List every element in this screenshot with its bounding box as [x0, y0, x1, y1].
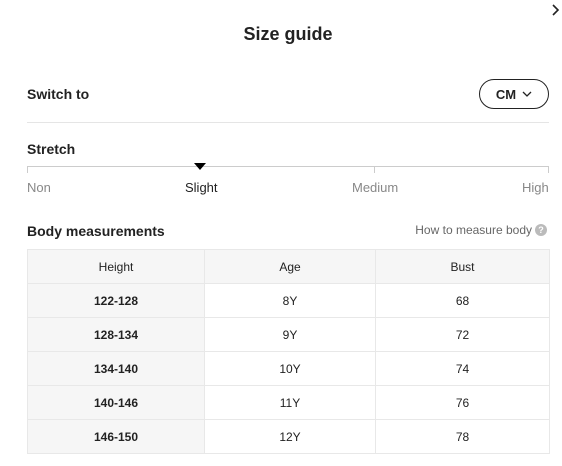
how-to-measure-label: How to measure body — [415, 223, 532, 237]
stretch-tick — [27, 166, 28, 173]
bust-cell: 76 — [375, 385, 550, 420]
stretch-level-slight: Slight — [185, 180, 218, 195]
how-to-measure-link[interactable]: How to measure body ? — [415, 223, 547, 237]
dialog-title: Size guide — [243, 24, 333, 44]
column-header-bust: Bust — [375, 249, 550, 284]
age-cell: 8Y — [204, 283, 376, 318]
stretch-title: Stretch — [27, 141, 76, 157]
height-cell: 122-128 — [27, 283, 205, 318]
switch-label: Switch to — [27, 86, 90, 102]
height-cell: 134-140 — [27, 351, 205, 386]
bust-cell: 68 — [375, 283, 550, 318]
column-header-age: Age — [204, 249, 376, 284]
size-table: Height Age Bust 122-128 8Y 68 128-134 9Y… — [27, 249, 550, 454]
table-row: 146-150 12Y 78 — [27, 419, 550, 454]
column-header-height: Height — [27, 249, 205, 284]
close-icon[interactable] — [550, 2, 560, 18]
table-row: 128-134 9Y 72 — [27, 317, 550, 352]
stretch-level-high: High — [522, 180, 549, 195]
stretch-level-non: Non — [27, 180, 51, 195]
stretch-selected-marker — [194, 163, 206, 170]
age-cell: 9Y — [204, 317, 376, 352]
unit-value: CM — [495, 86, 517, 102]
bust-cell: 74 — [375, 351, 550, 386]
stretch-tick — [548, 166, 549, 173]
help-icon: ? — [535, 224, 547, 236]
table-row: 134-140 10Y 74 — [27, 351, 550, 386]
divider — [27, 122, 549, 123]
bust-cell: 78 — [375, 419, 550, 454]
body-measurements-title: Body measurements — [27, 223, 165, 239]
bust-cell: 72 — [375, 317, 550, 352]
height-cell: 128-134 — [27, 317, 205, 352]
height-cell: 140-146 — [27, 385, 205, 420]
age-cell: 12Y — [204, 419, 376, 454]
unit-select-button[interactable]: CM — [479, 79, 549, 109]
stretch-level-medium: Medium — [352, 180, 399, 195]
age-cell: 11Y — [204, 385, 376, 420]
table-row: 140-146 11Y 76 — [27, 385, 550, 420]
height-cell: 146-150 — [27, 419, 205, 454]
age-cell: 10Y — [204, 351, 376, 386]
table-row: 122-128 8Y 68 — [27, 283, 550, 318]
stretch-scale-track — [27, 166, 549, 167]
stretch-tick — [374, 166, 375, 173]
table-header-row: Height Age Bust — [27, 249, 550, 284]
chevron-down-icon — [522, 91, 532, 97]
unit-switch-row: Switch to CM — [27, 78, 549, 110]
